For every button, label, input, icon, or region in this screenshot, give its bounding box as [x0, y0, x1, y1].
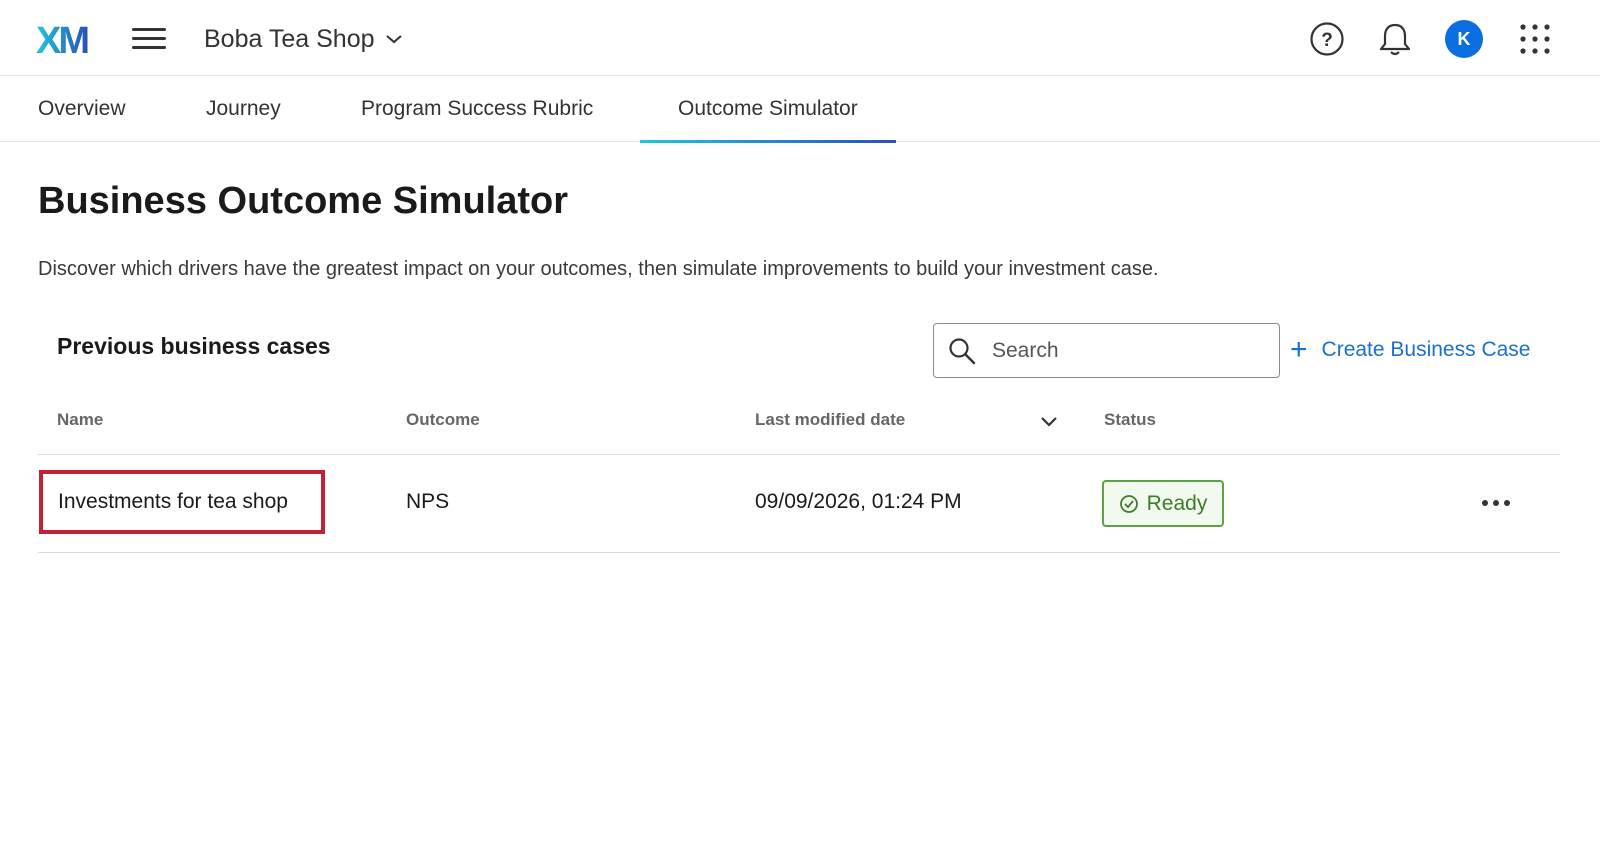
tab-bar: Overview Journey Program Success Rubric … — [0, 76, 1600, 143]
section-title: Previous business cases — [57, 333, 331, 359]
app-switcher-button[interactable] — [1516, 20, 1554, 58]
case-name-link[interactable]: Investments for tea shop — [39, 470, 325, 534]
status-badge: Ready — [1102, 480, 1224, 527]
top-bar: XM Boba Tea Shop ? K — [0, 0, 1600, 76]
svg-text:?: ? — [1321, 30, 1333, 51]
tab-overview[interactable]: Overview — [38, 76, 126, 142]
sort-chevron-icon[interactable] — [1038, 411, 1060, 433]
notifications-button[interactable] — [1376, 20, 1414, 58]
column-header-name[interactable]: Name — [57, 410, 103, 430]
tab-outcome-simulator[interactable]: Outcome Simulator — [640, 76, 896, 143]
help-button[interactable]: ? — [1308, 20, 1346, 58]
project-selector[interactable]: Boba Tea Shop — [204, 22, 403, 56]
search-icon — [949, 337, 976, 364]
search-box — [933, 323, 1280, 378]
more-options-icon — [1482, 500, 1510, 506]
user-avatar[interactable]: K — [1445, 20, 1483, 58]
app-grid-icon — [1520, 24, 1550, 54]
column-header-last-modified[interactable]: Last modified date — [755, 410, 905, 430]
page-description: Discover which drivers have the greatest… — [38, 258, 1159, 280]
create-button-label: Create Business Case — [1321, 338, 1531, 361]
case-outcome: NPS — [406, 490, 450, 513]
row-more-options-button[interactable] — [1478, 490, 1514, 516]
tab-journey[interactable]: Journey — [206, 76, 281, 142]
tab-program-success-rubric[interactable]: Program Success Rubric — [361, 76, 593, 142]
chevron-down-icon — [385, 35, 402, 44]
help-icon: ? — [1310, 22, 1344, 56]
check-circle-icon — [1119, 494, 1138, 513]
project-name: Boba Tea Shop — [204, 24, 375, 53]
xm-logo-icon[interactable]: XM — [36, 22, 96, 56]
column-header-outcome[interactable]: Outcome — [406, 410, 480, 430]
bell-icon — [1379, 23, 1411, 56]
table-header-divider — [38, 454, 1560, 455]
column-header-status[interactable]: Status — [1104, 410, 1156, 430]
svg-text:XM: XM — [36, 22, 88, 56]
case-last-modified: 09/09/2026, 01:24 PM — [755, 490, 962, 513]
create-business-case-button[interactable]: + Create Business Case — [1290, 331, 1530, 369]
status-label: Ready — [1146, 491, 1208, 515]
plus-icon: + — [1290, 333, 1308, 366]
table-row-divider — [38, 552, 1560, 553]
search-input[interactable] — [992, 338, 1262, 363]
hamburger-menu-icon[interactable] — [132, 24, 166, 54]
page-title: Business Outcome Simulator — [38, 180, 569, 222]
